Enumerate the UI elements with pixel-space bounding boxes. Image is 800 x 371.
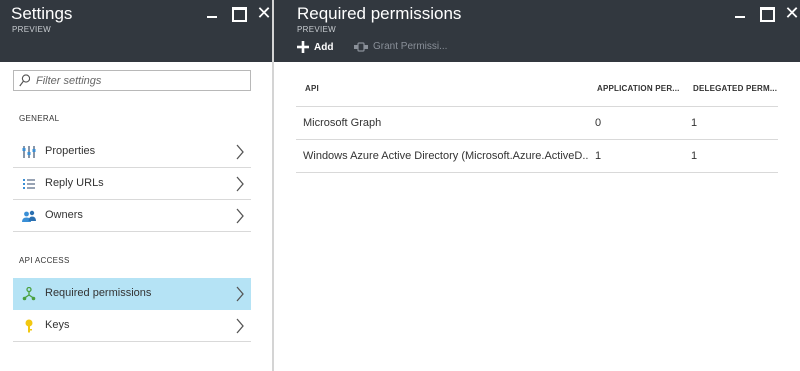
- chevron-right-icon: [236, 144, 244, 160]
- menu-item-reply-urls[interactable]: Reply URLs: [13, 168, 251, 200]
- properties-icon: [22, 146, 36, 158]
- chevron-right-icon: [236, 176, 244, 192]
- menu-item-label: Keys: [45, 319, 70, 331]
- settings-window-controls: ✕: [196, 4, 274, 22]
- settings-blade-title: Settings: [11, 4, 73, 23]
- owners-icon: [22, 210, 36, 222]
- cell-delegated-permissions: 1: [684, 106, 778, 140]
- reply-urls-icon: [23, 179, 35, 189]
- search-icon: [19, 74, 30, 87]
- minimize-icon[interactable]: [730, 4, 750, 22]
- filter-settings-box: [13, 70, 251, 91]
- menu-item-label: Reply URLs: [45, 177, 104, 189]
- add-button[interactable]: Add: [297, 41, 333, 53]
- key-icon: [25, 319, 33, 333]
- filter-settings-input[interactable]: [36, 72, 246, 89]
- menu-item-required-permissions[interactable]: Required permissions: [13, 278, 251, 310]
- minimize-icon[interactable]: [202, 4, 222, 22]
- column-header-api[interactable]: API: [296, 72, 588, 107]
- plus-icon: [297, 41, 309, 53]
- chevron-right-icon: [236, 286, 244, 302]
- cell-api: Microsoft Graph: [296, 106, 588, 140]
- cell-api: Windows Azure Active Directory (Microsof…: [296, 139, 588, 173]
- menu-item-keys[interactable]: Keys: [13, 310, 251, 342]
- table-header-row: API APPLICATION PER... DELEGATED PERM...: [296, 72, 778, 107]
- settings-blade: Settings PREVIEW ✕ GENERAL Properties: [0, 0, 272, 371]
- required-permissions-blade: Required permissions PREVIEW ✕ Add Grant…: [274, 0, 800, 371]
- chevron-right-icon: [236, 318, 244, 334]
- section-header-api-access: API ACCESS: [19, 256, 70, 265]
- permissions-table: API APPLICATION PER... DELEGATED PERM...…: [296, 72, 778, 173]
- permissions-window-controls: ✕: [724, 4, 800, 22]
- maximize-icon[interactable]: [756, 4, 776, 22]
- permissions-blade-subtitle: PREVIEW: [297, 25, 336, 34]
- section-header-general: GENERAL: [19, 114, 60, 123]
- menu-item-owners[interactable]: Owners: [13, 200, 251, 232]
- column-header-delegated-permissions[interactable]: DELEGATED PERM...: [684, 72, 778, 107]
- permissions-blade-header: Required permissions PREVIEW ✕ Add Grant…: [274, 0, 800, 62]
- column-header-application-permissions[interactable]: APPLICATION PER...: [588, 72, 684, 107]
- menu-item-label: Owners: [45, 209, 83, 221]
- close-icon[interactable]: ✕: [254, 4, 274, 22]
- cell-application-permissions: 0: [588, 106, 684, 140]
- maximize-icon[interactable]: [228, 4, 248, 22]
- add-button-label: Add: [314, 41, 334, 53]
- chevron-right-icon: [236, 208, 244, 224]
- grant-permissions-button[interactable]: Grant Permissi...: [354, 41, 447, 52]
- table-row[interactable]: Microsoft Graph 0 1: [296, 106, 778, 140]
- table-row[interactable]: Windows Azure Active Directory (Microsof…: [296, 139, 778, 173]
- permissions-blade-title: Required permissions: [297, 4, 462, 23]
- cell-delegated-permissions: 1: [684, 139, 778, 173]
- settings-blade-subtitle: PREVIEW: [12, 25, 51, 34]
- cell-application-permissions: 1: [588, 139, 684, 173]
- menu-item-properties[interactable]: Properties: [13, 136, 251, 168]
- permissions-icon: [22, 287, 36, 301]
- menu-item-label: Properties: [45, 145, 96, 157]
- grant-permissions-icon: [354, 41, 368, 52]
- menu-item-label: Required permissions: [45, 287, 152, 299]
- grant-permissions-label: Grant Permissi...: [373, 41, 448, 52]
- close-icon[interactable]: ✕: [782, 4, 800, 22]
- settings-blade-header: Settings PREVIEW ✕: [0, 0, 272, 62]
